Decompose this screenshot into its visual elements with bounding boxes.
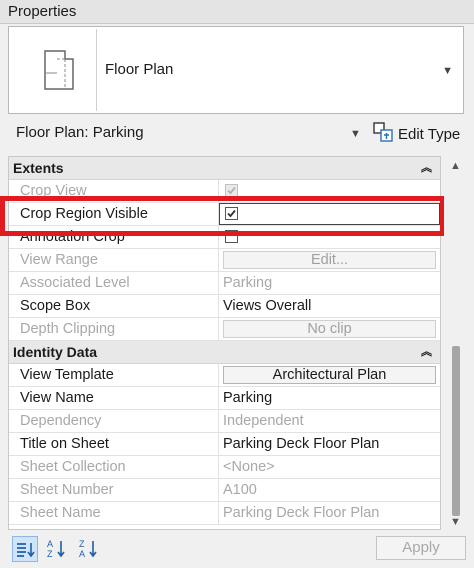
- crop-view-checkbox: [225, 184, 238, 197]
- category-extents[interactable]: Extents ︽: [9, 157, 440, 180]
- edit-type-label: Edit Type: [398, 125, 461, 143]
- properties-scrollbar[interactable]: ▲ ▼: [444, 156, 468, 530]
- svg-text:A: A: [47, 539, 53, 549]
- type-name: Floor Plan: [105, 61, 174, 78]
- sort-ascending-icon[interactable]: A Z: [44, 536, 70, 562]
- prop-row-sheet-collection: Sheet Collection <None>: [9, 456, 440, 479]
- prop-value: Independent: [223, 413, 304, 429]
- category-label: Extents: [13, 160, 64, 176]
- panel-title: Properties: [0, 0, 474, 24]
- prop-value: A100: [223, 482, 257, 498]
- prop-row-dependency: Dependency Independent: [9, 410, 440, 433]
- prop-row-sheet-number: Sheet Number A100: [9, 479, 440, 502]
- scope-box-value[interactable]: Views Overall: [219, 295, 440, 317]
- categorized-sort-icon[interactable]: [12, 536, 38, 562]
- prop-row-title-on-sheet[interactable]: Title on Sheet Parking Deck Floor Plan: [9, 433, 440, 456]
- prop-row-view-name[interactable]: View Name Parking: [9, 387, 440, 410]
- prop-value: Parking Deck Floor Plan: [223, 505, 380, 521]
- prop-name: Crop View: [9, 180, 219, 202]
- svg-text:Z: Z: [47, 549, 53, 559]
- type-dropdown-chevron-icon[interactable]: ▼: [442, 65, 453, 77]
- prop-name: View Template: [9, 364, 219, 386]
- view-template-button[interactable]: Architectural Plan: [223, 366, 436, 384]
- svg-text:Z: Z: [79, 539, 85, 549]
- view-name-value[interactable]: Parking: [219, 387, 440, 409]
- prop-value: Parking: [223, 275, 273, 291]
- annotation-crop-checkbox[interactable]: [225, 230, 238, 243]
- scroll-down-icon[interactable]: ▼: [450, 516, 461, 528]
- prop-name: Depth Clipping: [9, 318, 219, 340]
- collapse-icon[interactable]: ︽: [421, 157, 432, 180]
- view-instance-chevron-icon[interactable]: ▼: [350, 128, 361, 140]
- depth-clipping-button: No clip: [223, 320, 436, 338]
- apply-button[interactable]: Apply: [376, 536, 466, 560]
- prop-row-depth-clipping: Depth Clipping No clip: [9, 318, 440, 341]
- prop-name: View Range: [9, 249, 219, 271]
- prop-row-crop-view: Crop View: [9, 180, 440, 203]
- prop-name: Scope Box: [9, 295, 219, 317]
- scroll-up-icon[interactable]: ▲: [450, 160, 461, 172]
- category-identity-data[interactable]: Identity Data ︽: [9, 341, 440, 364]
- prop-row-annotation-crop[interactable]: Annotation Crop: [9, 226, 440, 249]
- crop-region-visible-checkbox[interactable]: [225, 207, 238, 220]
- prop-name: Sheet Name: [9, 502, 219, 524]
- prop-name: Annotation Crop: [9, 226, 219, 248]
- prop-name: View Name: [9, 387, 219, 409]
- view-instance-row: Floor Plan: Parking ▼ Edit Type: [8, 120, 464, 148]
- prop-name: Associated Level: [9, 272, 219, 294]
- svg-text:A: A: [79, 549, 85, 559]
- value-editor: [219, 203, 440, 225]
- prop-value: <None>: [223, 459, 275, 475]
- scrollbar-thumb[interactable]: [452, 346, 460, 516]
- prop-name: Sheet Collection: [9, 456, 219, 478]
- view-instance-dropdown[interactable]: Floor Plan: Parking: [16, 124, 144, 141]
- prop-name: Crop Region Visible: [9, 203, 219, 225]
- properties-grid: Extents ︽ Crop View Crop Region Visible …: [8, 156, 441, 530]
- prop-name: Dependency: [9, 410, 219, 432]
- properties-footer: A Z Z A Apply: [0, 532, 474, 568]
- edit-type-button[interactable]: Edit Type: [372, 120, 464, 148]
- prop-row-associated-level: Associated Level Parking: [9, 272, 440, 295]
- prop-row-view-template[interactable]: View Template Architectural Plan: [9, 364, 440, 387]
- type-selector[interactable]: Floor Plan ▼: [8, 26, 464, 114]
- category-label: Identity Data: [13, 344, 98, 360]
- view-range-edit-button: Edit...: [223, 251, 436, 269]
- prop-name: Title on Sheet: [9, 433, 219, 455]
- prop-row-crop-region-visible[interactable]: Crop Region Visible: [9, 203, 440, 226]
- prop-row-scope-box[interactable]: Scope Box Views Overall: [9, 295, 440, 318]
- prop-row-view-range: View Range Edit...: [9, 249, 440, 272]
- edit-type-icon: [372, 121, 394, 147]
- prop-row-sheet-name: Sheet Name Parking Deck Floor Plan: [9, 502, 440, 525]
- collapse-icon[interactable]: ︽: [421, 341, 432, 364]
- floor-plan-icon: [13, 29, 97, 111]
- prop-name: Sheet Number: [9, 479, 219, 501]
- title-on-sheet-value[interactable]: Parking Deck Floor Plan: [219, 433, 440, 455]
- sort-descending-icon[interactable]: Z A: [76, 536, 102, 562]
